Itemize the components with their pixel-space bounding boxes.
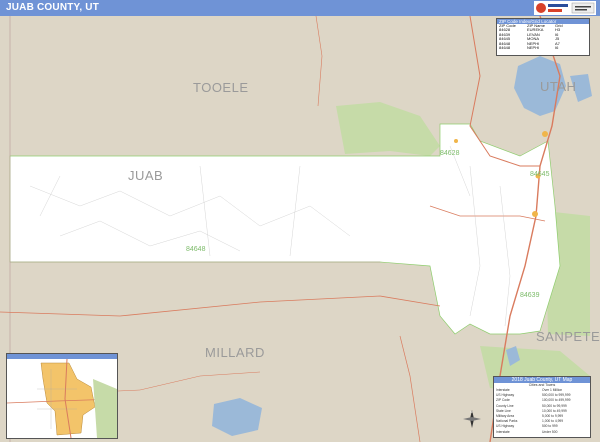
zip-label-84639: 84639 bbox=[520, 292, 540, 299]
svg-text:N: N bbox=[470, 410, 472, 414]
inset-map bbox=[6, 353, 118, 439]
county-label-utah: UTAH bbox=[540, 79, 576, 94]
county-label-tooele: TOOELE bbox=[193, 80, 249, 95]
zip-label-84648: 84648 bbox=[186, 246, 206, 253]
zip-locator-table: ZIP Code Index/Grid Locator ZIP Code ZIP… bbox=[496, 18, 590, 56]
zip-label-84628: 84628 bbox=[440, 150, 460, 157]
legend-row: Interstate Under 500 bbox=[496, 429, 558, 434]
county-label-millard: MILLARD bbox=[205, 345, 265, 360]
city-santaquin bbox=[542, 131, 548, 137]
city-nephi bbox=[532, 211, 538, 217]
county-label-sanpete: SANPETE bbox=[536, 329, 600, 344]
compass-rose-icon: N bbox=[463, 410, 481, 428]
zip-locator-row: 84648 NEPHI I6 bbox=[499, 45, 559, 50]
zip-label-84645: 84645 bbox=[530, 171, 550, 178]
inset-map-detail bbox=[7, 359, 117, 438]
map-title: JUAB COUNTY, UT bbox=[6, 2, 100, 13]
market-maps-logo-icon bbox=[534, 1, 596, 15]
city-eureka bbox=[454, 139, 458, 143]
title-bar: JUAB COUNTY, UT bbox=[0, 0, 600, 16]
map-legend: 2018 Juab County, UT Map Cities and Town… bbox=[493, 376, 591, 438]
county-label-juab: JUAB bbox=[128, 168, 163, 183]
